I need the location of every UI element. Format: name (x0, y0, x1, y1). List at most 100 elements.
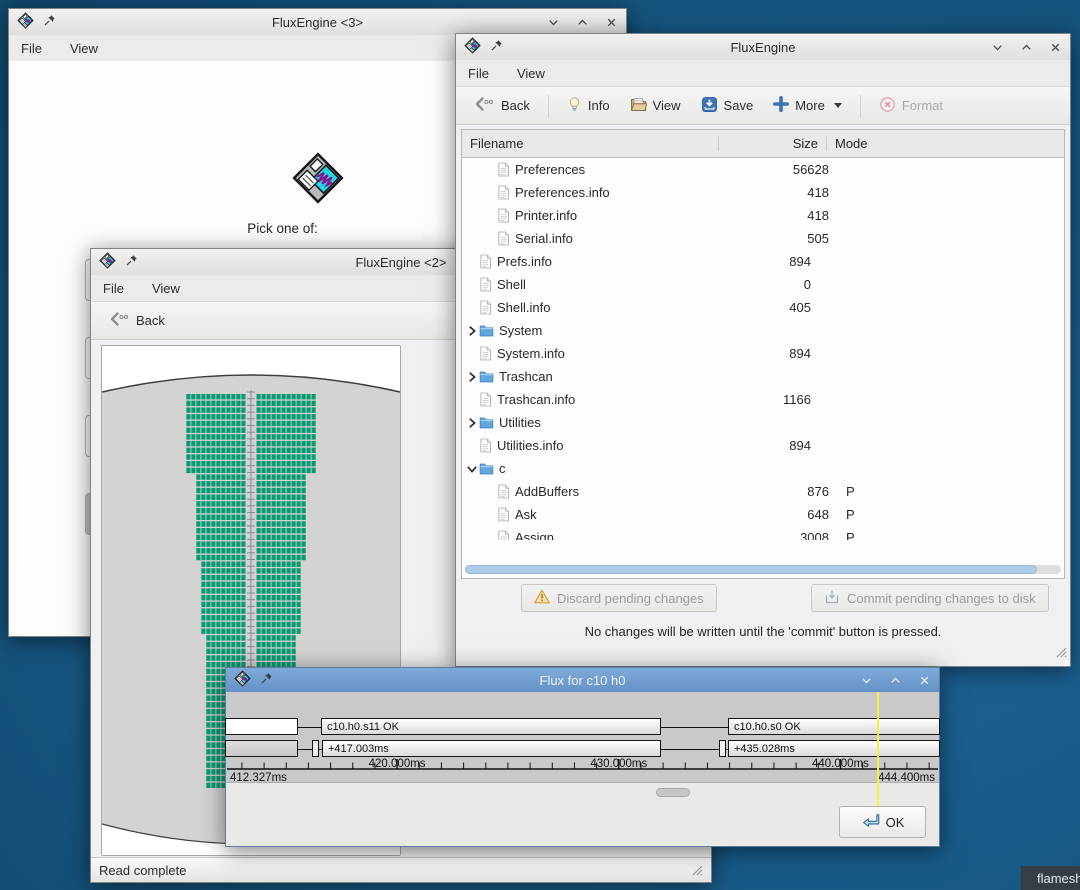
splitter-handle[interactable] (656, 788, 690, 797)
file-icon (479, 438, 492, 453)
menu-file[interactable]: File (103, 281, 124, 296)
table-row[interactable]: Assign 3008P (462, 526, 1064, 540)
file-icon (479, 392, 492, 407)
close-button[interactable] (918, 674, 931, 687)
menu-file[interactable]: File (21, 41, 42, 56)
resize-grip-icon[interactable] (1053, 644, 1067, 663)
maximize-button[interactable] (1020, 41, 1033, 54)
table-row[interactable]: c (462, 457, 1064, 480)
more-button[interactable]: More (764, 92, 851, 119)
toolbar: Back Info View Save More Format (456, 87, 1070, 125)
chevron-right-icon[interactable] (464, 371, 479, 383)
filename-label: c (499, 461, 506, 476)
mode-value: P (839, 530, 1064, 540)
chevron-right-icon[interactable] (464, 417, 479, 429)
minimize-button[interactable] (547, 16, 560, 29)
table-row[interactable]: AddBuffers876P (462, 480, 1064, 503)
size-value: 505 (730, 231, 839, 246)
format-button[interactable]: Format (870, 92, 952, 120)
plus-icon (773, 96, 789, 115)
pin-icon[interactable] (490, 39, 503, 55)
table-row[interactable]: Trashcan.info1166 (462, 388, 1064, 411)
timing-box-partial[interactable] (225, 740, 298, 757)
size-value: 876 (730, 484, 839, 499)
table-row[interactable]: Utilities.info894 (462, 434, 1064, 457)
table-row[interactable]: Utilities (462, 411, 1064, 434)
folder-icon (479, 370, 494, 384)
pin-icon[interactable] (260, 672, 273, 688)
sector-box-partial[interactable] (225, 718, 298, 735)
desktop: { "desktop": { "badge_label": "flamesh" … (0, 0, 1080, 890)
table-row[interactable]: Shell 0 (462, 273, 1064, 296)
back-button[interactable]: Back (464, 92, 539, 119)
chevron-down-icon[interactable] (464, 463, 479, 475)
file-icon (497, 484, 510, 499)
chevron-right-icon[interactable] (464, 325, 479, 337)
menu-view[interactable]: View (70, 41, 98, 56)
size-value: 894 (712, 346, 821, 361)
minimize-button[interactable] (991, 41, 1004, 54)
discard-button[interactable]: Discard pending changes (521, 584, 717, 612)
menu-file[interactable]: File (468, 66, 489, 81)
filename-label: System.info (497, 346, 565, 361)
svg-text:430.000ms: 430.000ms (590, 758, 647, 770)
ok-button[interactable]: OK (839, 806, 926, 838)
file-icon (479, 300, 492, 315)
horizontal-scrollbar[interactable] (465, 565, 1061, 574)
close-button[interactable] (1049, 41, 1062, 54)
table-row[interactable]: Shell.info405 (462, 296, 1064, 319)
titlebar[interactable]: Flux for c10 h0 (226, 668, 939, 692)
commit-button[interactable]: Commit pending changes to disk (811, 584, 1049, 612)
timing-box[interactable]: +417.003ms (322, 740, 661, 757)
table-row[interactable]: Preferences.info418 (462, 181, 1064, 204)
table-row[interactable]: Preferences56628 (462, 158, 1064, 181)
file-icon (497, 507, 510, 522)
maximize-button[interactable] (889, 674, 902, 687)
file-icon (479, 346, 492, 361)
minimize-button[interactable] (860, 674, 873, 687)
file-icon (497, 208, 510, 223)
track-line (296, 727, 323, 728)
table-row[interactable]: Prefs.info894 (462, 250, 1064, 273)
dropdown-arrow-icon (834, 103, 842, 108)
enter-arrow-icon (861, 813, 881, 832)
save-button[interactable]: Save (692, 92, 763, 120)
pin-icon[interactable] (43, 14, 56, 30)
table-row[interactable]: System.info 894 (462, 342, 1064, 365)
maximize-button[interactable] (576, 16, 589, 29)
column-header-size[interactable]: Size (719, 136, 827, 151)
resize-grip-icon[interactable] (689, 862, 703, 879)
column-header-mode[interactable]: Mode (827, 136, 1064, 151)
sector-box[interactable]: c10.h0.s0 OK (728, 718, 940, 735)
table-row[interactable]: Serial.info 505 (462, 227, 1064, 250)
menu-view[interactable]: View (517, 66, 545, 81)
titlebar[interactable]: FluxEngine <3> (9, 9, 626, 35)
filename-label: Assign (515, 530, 554, 540)
window-title: Flux for c10 h0 (226, 673, 939, 688)
column-header-filename[interactable]: Filename (462, 136, 719, 151)
filename-label: Shell (497, 277, 526, 292)
titlebar[interactable]: FluxEngine (456, 34, 1070, 60)
back-button[interactable]: Back (99, 307, 174, 334)
commit-label: Commit pending changes to disk (847, 591, 1036, 606)
file-icon (479, 277, 492, 292)
size-value: 3008 (730, 530, 839, 540)
info-button[interactable]: Info (558, 92, 619, 120)
table-row[interactable]: Printer.info418 (462, 204, 1064, 227)
folder-icon (479, 324, 494, 338)
pin-icon[interactable] (125, 254, 138, 270)
table-row[interactable]: Ask648P (462, 503, 1064, 526)
mode-value: P (839, 484, 1064, 499)
table-row[interactable]: Trashcan (462, 365, 1064, 388)
filename-label: Serial.info (515, 231, 573, 246)
close-button[interactable] (605, 16, 618, 29)
view-button[interactable]: View (621, 92, 690, 119)
table-row[interactable]: System (462, 319, 1064, 342)
size-value: 0 (712, 277, 821, 292)
menu-view[interactable]: View (152, 281, 180, 296)
table-header: Filename Size Mode (462, 130, 1064, 158)
scrollbar-thumb[interactable] (465, 565, 1037, 574)
timing-box[interactable]: +435.028ms (728, 740, 940, 757)
sector-box[interactable]: c10.h0.s11 OK (321, 718, 661, 735)
size-value: 405 (712, 300, 821, 315)
